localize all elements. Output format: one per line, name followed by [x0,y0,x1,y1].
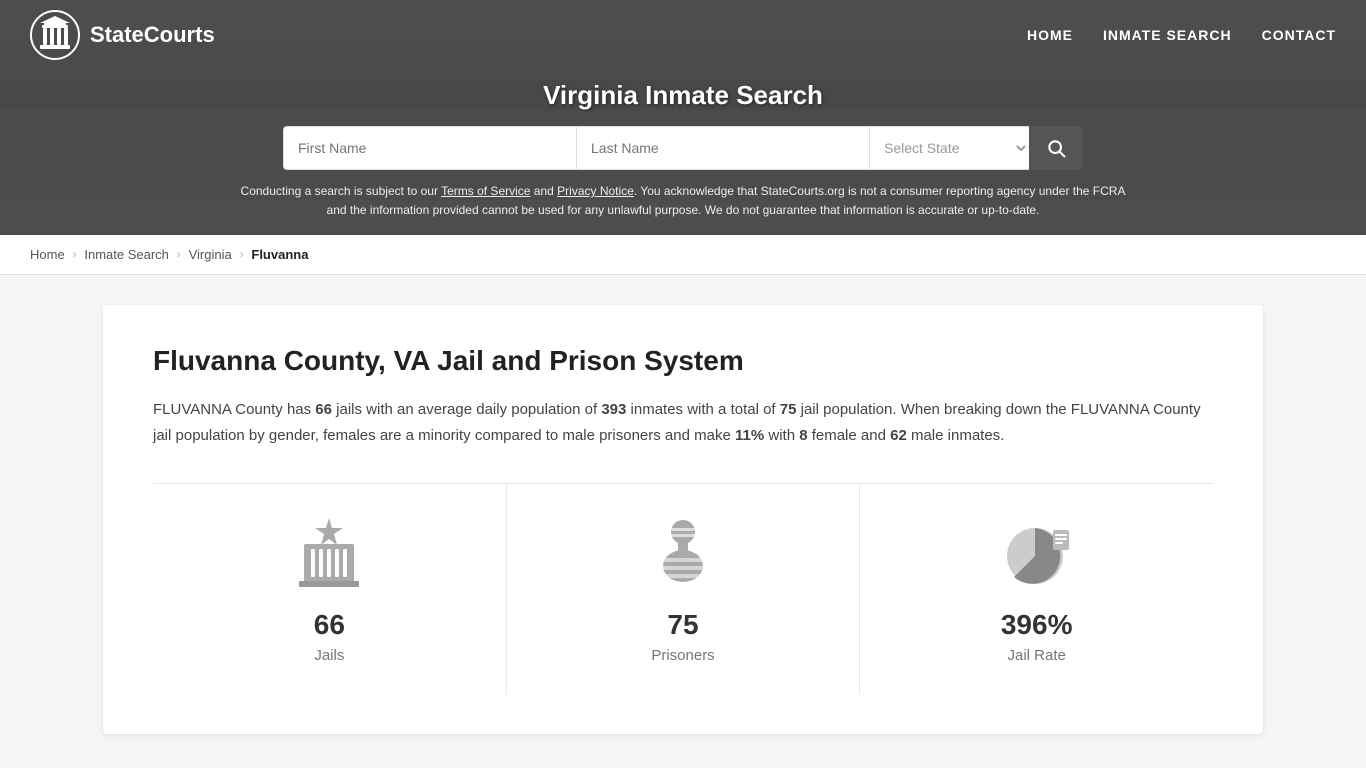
desc-5: with [764,427,799,444]
logo-text: StateCourts [90,22,215,48]
search-button[interactable] [1029,126,1083,170]
desc-2: jails with an average daily population o… [332,401,601,418]
jail-rate-stat-number: 396% [1001,609,1073,641]
breadcrumb-sep-1: › [73,249,77,261]
breadcrumb-state[interactable]: Virginia [189,247,232,262]
desc-7: male inmates. [907,427,1005,444]
logo-link[interactable]: StateCourts [30,10,215,60]
county-title: Fluvanna County, VA Jail and Prison Syst… [153,345,1213,377]
jails-count: 66 [315,401,332,418]
last-name-input[interactable] [576,126,869,170]
female-count: 8 [799,427,807,444]
male-count: 62 [890,427,907,444]
main-content: Fluvanna County, VA Jail and Prison Syst… [103,305,1263,734]
search-bar: Select State AlabamaAlaskaArizonaArkansa… [283,126,1083,170]
nav-home[interactable]: HOME [1027,27,1073,43]
header: StateCourts HOME INMATE SEARCH CONTACT V… [0,0,1366,235]
desc-3: inmates with a total of [626,401,779,418]
page-title: Virginia Inmate Search [20,80,1346,111]
nav-contact[interactable]: CONTACT [1262,27,1336,43]
breadcrumb-sep-2: › [177,249,181,261]
jails-stat-label: Jails [314,647,344,664]
nav-inmate-search[interactable]: INMATE SEARCH [1103,27,1232,43]
disclaimer-intro: Conducting a search is subject to our [241,184,442,198]
jail-rate-stat-label: Jail Rate [1008,647,1066,664]
logo-icon [30,10,80,60]
stats-row: 66 Jails 75 Prisoners [153,483,1213,694]
jail-building-icon [289,514,369,594]
state-select[interactable]: Select State AlabamaAlaskaArizonaArkansa… [869,126,1029,170]
prisoners-stat-number: 75 [667,609,698,641]
prisoners-stat-label: Prisoners [651,647,714,664]
breadcrumb-home[interactable]: Home [30,247,65,262]
desc-6: female and [808,427,891,444]
desc-intro: FLUVANNA County has [153,401,315,418]
breadcrumb-inmate-search[interactable]: Inmate Search [84,247,169,262]
total-jail-pop: 75 [780,401,797,418]
stat-jail-rate: 396% Jail Rate [860,484,1213,694]
pie-chart-icon [997,514,1077,594]
jails-stat-number: 66 [314,609,345,641]
search-icon [1046,138,1066,158]
first-name-input[interactable] [283,126,576,170]
breadcrumb-sep-3: › [240,249,244,261]
stat-prisoners: 75 Prisoners [507,484,861,694]
nav-links: HOME INMATE SEARCH CONTACT [1027,27,1336,43]
county-description: FLUVANNA County has 66 jails with an ave… [153,397,1213,448]
breadcrumb-current: Fluvanna [251,247,308,262]
disclaimer-text: Conducting a search is subject to our Te… [233,182,1133,220]
privacy-link[interactable]: Privacy Notice [557,184,634,198]
avg-population: 393 [601,401,626,418]
female-pct: 11% [735,427,764,444]
breadcrumb: Home › Inmate Search › Virginia › Fluvan… [0,235,1366,275]
terms-link[interactable]: Terms of Service [441,184,530,198]
navigation: StateCourts HOME INMATE SEARCH CONTACT [0,0,1366,70]
search-section: Virginia Inmate Search Select State Alab… [0,70,1366,235]
disclaimer-and: and [530,184,557,198]
stat-jails: 66 Jails [153,484,507,694]
prisoner-icon [643,514,723,594]
